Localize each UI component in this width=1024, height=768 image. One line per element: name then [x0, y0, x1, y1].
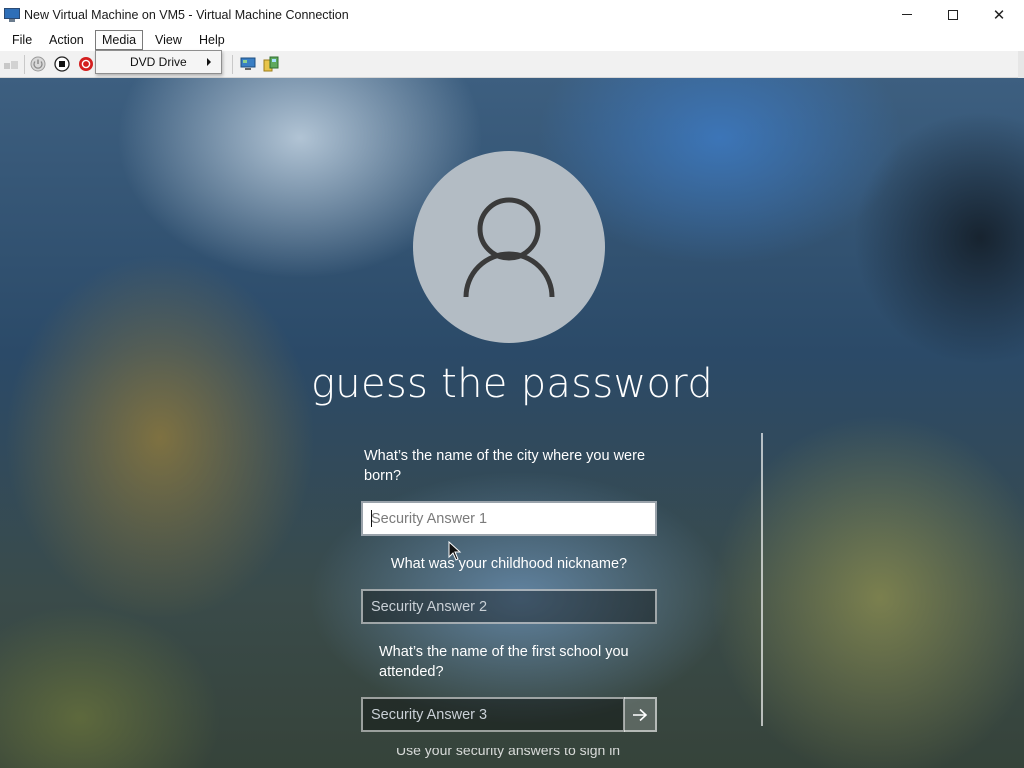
text-caret [371, 510, 372, 527]
maximize-icon [948, 9, 958, 20]
menu-file[interactable]: File [6, 30, 38, 50]
vm-screen[interactable]: guess the password What’s the name of th… [0, 78, 1024, 768]
menu-media[interactable]: Media [95, 30, 144, 50]
shutdown-icon[interactable] [78, 56, 94, 72]
menu-help[interactable]: Help [193, 30, 231, 50]
minimize-button[interactable] [884, 0, 930, 29]
vertical-divider [761, 433, 763, 726]
minimize-icon [902, 14, 912, 15]
menu-item-dvd-drive[interactable]: DVD Drive [130, 55, 187, 69]
user-icon [463, 197, 555, 298]
submenu-arrow-icon [207, 58, 211, 66]
submit-button[interactable] [624, 697, 657, 732]
menu-view[interactable]: View [149, 30, 188, 50]
window-title: New Virtual Machine on VM5 - Virtual Mac… [24, 7, 349, 22]
turn-off-icon[interactable] [54, 56, 70, 72]
security-question-1: What’s the name of the city where you we… [364, 448, 646, 484]
security-answer-2-input[interactable] [361, 589, 657, 624]
toolbar-edge [1018, 51, 1024, 78]
enhanced-session-icon[interactable] [240, 56, 256, 72]
close-button[interactable]: ✕ [976, 0, 1022, 29]
media-dropdown: DVD Drive [95, 50, 222, 74]
share-icon[interactable] [263, 56, 279, 72]
security-answer-3-input[interactable] [361, 697, 625, 732]
close-icon: ✕ [992, 6, 1006, 24]
vm-connection-icon [4, 7, 20, 22]
menu-bar: File Action Media View Help [0, 29, 1024, 51]
mouse-pointer-icon [448, 541, 462, 561]
arrow-right-icon [632, 708, 647, 721]
start-icon[interactable] [30, 56, 46, 72]
cut-off-hint-text: Use your security answers to sign in [396, 748, 621, 758]
menu-action[interactable]: Action [43, 30, 90, 50]
ctrl-alt-del-icon[interactable] [3, 56, 19, 72]
username-label: guess the password [310, 361, 714, 407]
security-question-2: What was your childhood nickname? [390, 556, 628, 572]
security-question-3: What’s the name of the first school you … [379, 644, 629, 680]
maximize-button[interactable] [930, 0, 976, 29]
security-answer-1-input[interactable] [361, 501, 657, 536]
title-bar: New Virtual Machine on VM5 - Virtual Mac… [0, 0, 1024, 29]
user-avatar [413, 151, 605, 343]
